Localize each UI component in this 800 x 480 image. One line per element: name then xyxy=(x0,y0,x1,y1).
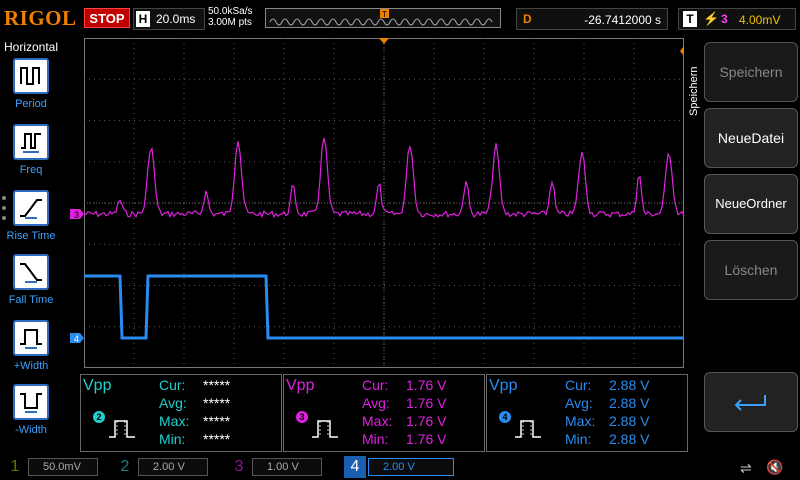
timebase-box[interactable]: H 20.0ms xyxy=(133,8,205,30)
save-menu-title: Speichern xyxy=(688,66,700,116)
measurement-min: Min: ***** xyxy=(159,431,231,447)
measure-positive-width-label: +Width xyxy=(13,360,49,372)
channel-scale: 50.0mV xyxy=(28,458,98,476)
horizontal-measure-menu: Horizontal Period Freq Rise Time Fall Ti… xyxy=(0,36,62,456)
menu-title: Horizontal xyxy=(3,40,59,54)
vpp-pulse-icon xyxy=(109,420,135,438)
measure-period-label: Period xyxy=(15,98,47,110)
channel-badge: 4 xyxy=(499,411,511,423)
channel-scale: 2.00 V xyxy=(138,458,208,476)
channel-number: 2 xyxy=(120,458,130,475)
measurement-panel-ch4[interactable]: Vpp 4 Cur: 2.88 V Avg: 2.88 V Max: 2.88 V M… xyxy=(486,374,688,452)
trigger-position-arrow xyxy=(379,38,389,44)
trigger-edge-icon: ⚡ xyxy=(703,11,720,26)
measure-negative-width-button[interactable]: -Width xyxy=(8,384,54,446)
enter-button[interactable] xyxy=(704,372,798,432)
save-menu: Speichern Speichern NeueDatei NeueOrdner… xyxy=(686,36,800,456)
measure-negative-width-label: -Width xyxy=(15,424,47,436)
measure-rise-time-button[interactable]: Rise Time xyxy=(7,190,55,252)
measurement-max: Max: 2.88 V xyxy=(565,413,650,429)
memory-overview-waveform: T xyxy=(269,9,493,26)
channel-scale: 1.00 V xyxy=(252,458,322,476)
measure-period-button[interactable]: Period xyxy=(8,58,54,120)
brand-logo: RIGOL xyxy=(4,6,77,30)
negative-width-icon xyxy=(13,384,49,420)
trigger-position-marker: T xyxy=(382,10,387,19)
channel-number: 1 xyxy=(10,458,20,475)
frequency-icon xyxy=(13,124,49,160)
vpp-pulse-icon xyxy=(515,420,541,438)
measurement-max: Max: ***** xyxy=(159,413,231,429)
trigger-source: 3 xyxy=(721,12,728,26)
measure-freq-button[interactable]: Freq xyxy=(8,124,54,186)
measurement-avg: Avg: ***** xyxy=(159,395,231,411)
timebase-value: 20.0ms xyxy=(156,12,196,26)
measure-fall-time-button[interactable]: Fall Time xyxy=(8,254,54,316)
memory-depth: 3.00M pts xyxy=(208,17,252,28)
trigger-box[interactable]: T ⚡ 3 4.00mV xyxy=(678,8,796,30)
ch3-level-marker: 3 xyxy=(70,209,84,220)
measurement-min: Min: 1.76 V xyxy=(362,431,447,447)
timebase-label: H xyxy=(136,11,150,27)
save-button[interactable]: Speichern xyxy=(704,42,798,102)
measurement-avg: Avg: 2.88 V xyxy=(565,395,650,411)
delay-box[interactable]: D -26.7412000 s xyxy=(516,8,668,30)
positive-width-icon xyxy=(13,320,49,356)
ch3-marker-label: 3 xyxy=(74,210,79,220)
waveform-display[interactable]: 34 xyxy=(70,38,685,368)
acquisition-info: 50.0kSa/s 3.00M pts xyxy=(208,6,252,28)
channel-number: 4 xyxy=(344,456,366,478)
waveform-grid: 34 xyxy=(70,38,685,368)
channel-scale: 2.00 V xyxy=(368,458,454,476)
new-folder-button[interactable]: NeueOrdner xyxy=(704,174,798,234)
channel-badge: 2 xyxy=(93,411,105,423)
measure-fall-time-label: Fall Time xyxy=(8,294,54,306)
measurement-cur: Cur: 2.88 V xyxy=(565,377,650,393)
vpp-pulse-icon xyxy=(312,420,338,438)
new-file-button[interactable]: NeueDatei xyxy=(704,108,798,168)
measurement-type: Vpp xyxy=(83,377,112,394)
trigger-label: T xyxy=(683,11,697,27)
measurement-cur: Cur: 1.76 V xyxy=(362,377,447,393)
run-stop-indicator[interactable]: STOP xyxy=(84,8,130,28)
trigger-level-marker xyxy=(680,46,684,56)
measurement-type: Vpp xyxy=(489,377,518,394)
measurement-min: Min: 2.88 V xyxy=(565,431,650,447)
delay-value: -26.7412000 s xyxy=(584,13,661,27)
measurement-panel-ch3[interactable]: Vpp 3 Cur: 1.76 V Avg: 1.76 V Max: 1.76 V M… xyxy=(283,374,485,452)
measurement-panel-ch2[interactable]: Vpp 2 Cur: ***** Avg: ***** Max: ***** Min:… xyxy=(80,374,282,452)
fall-time-icon xyxy=(13,254,49,290)
measure-freq-label: Freq xyxy=(19,164,43,176)
top-status-bar: RIGOL STOP H 20.0ms 50.0kSa/s 3.00M pts … xyxy=(0,0,800,36)
ch4-marker-label: 4 xyxy=(74,334,79,344)
measurement-max: Max: 1.76 V xyxy=(362,413,447,429)
period-icon xyxy=(13,58,49,94)
measure-positive-width-button[interactable]: +Width xyxy=(8,320,54,382)
channel-number: 3 xyxy=(234,458,244,475)
memory-overview-strip[interactable]: T xyxy=(265,8,501,28)
measurement-type: Vpp xyxy=(286,377,315,394)
sample-rate: 50.0kSa/s xyxy=(208,6,253,17)
delay-label: D xyxy=(523,12,532,26)
measure-rise-time-label: Rise Time xyxy=(6,230,56,242)
rise-time-icon xyxy=(13,190,49,226)
trigger-level: 4.00mV xyxy=(739,13,781,27)
speaker-muted-icon: 🔇 xyxy=(766,459,784,475)
ch4-level-marker: 4 xyxy=(70,333,84,344)
menu-page-dots xyxy=(2,196,6,226)
enter-arrow-icon xyxy=(734,395,766,411)
usb-icon: ⇌ xyxy=(740,460,752,476)
measurement-cur: Cur: ***** xyxy=(159,377,231,393)
channel-status-bar: 1 50.0mV 2 2.00 V 3 1.00 V 4 2.00 V ⇌ 🔇 xyxy=(0,456,800,480)
channel-badge: 3 xyxy=(296,411,308,423)
delete-button[interactable]: Löschen xyxy=(704,240,798,300)
measurement-avg: Avg: 1.76 V xyxy=(362,395,447,411)
